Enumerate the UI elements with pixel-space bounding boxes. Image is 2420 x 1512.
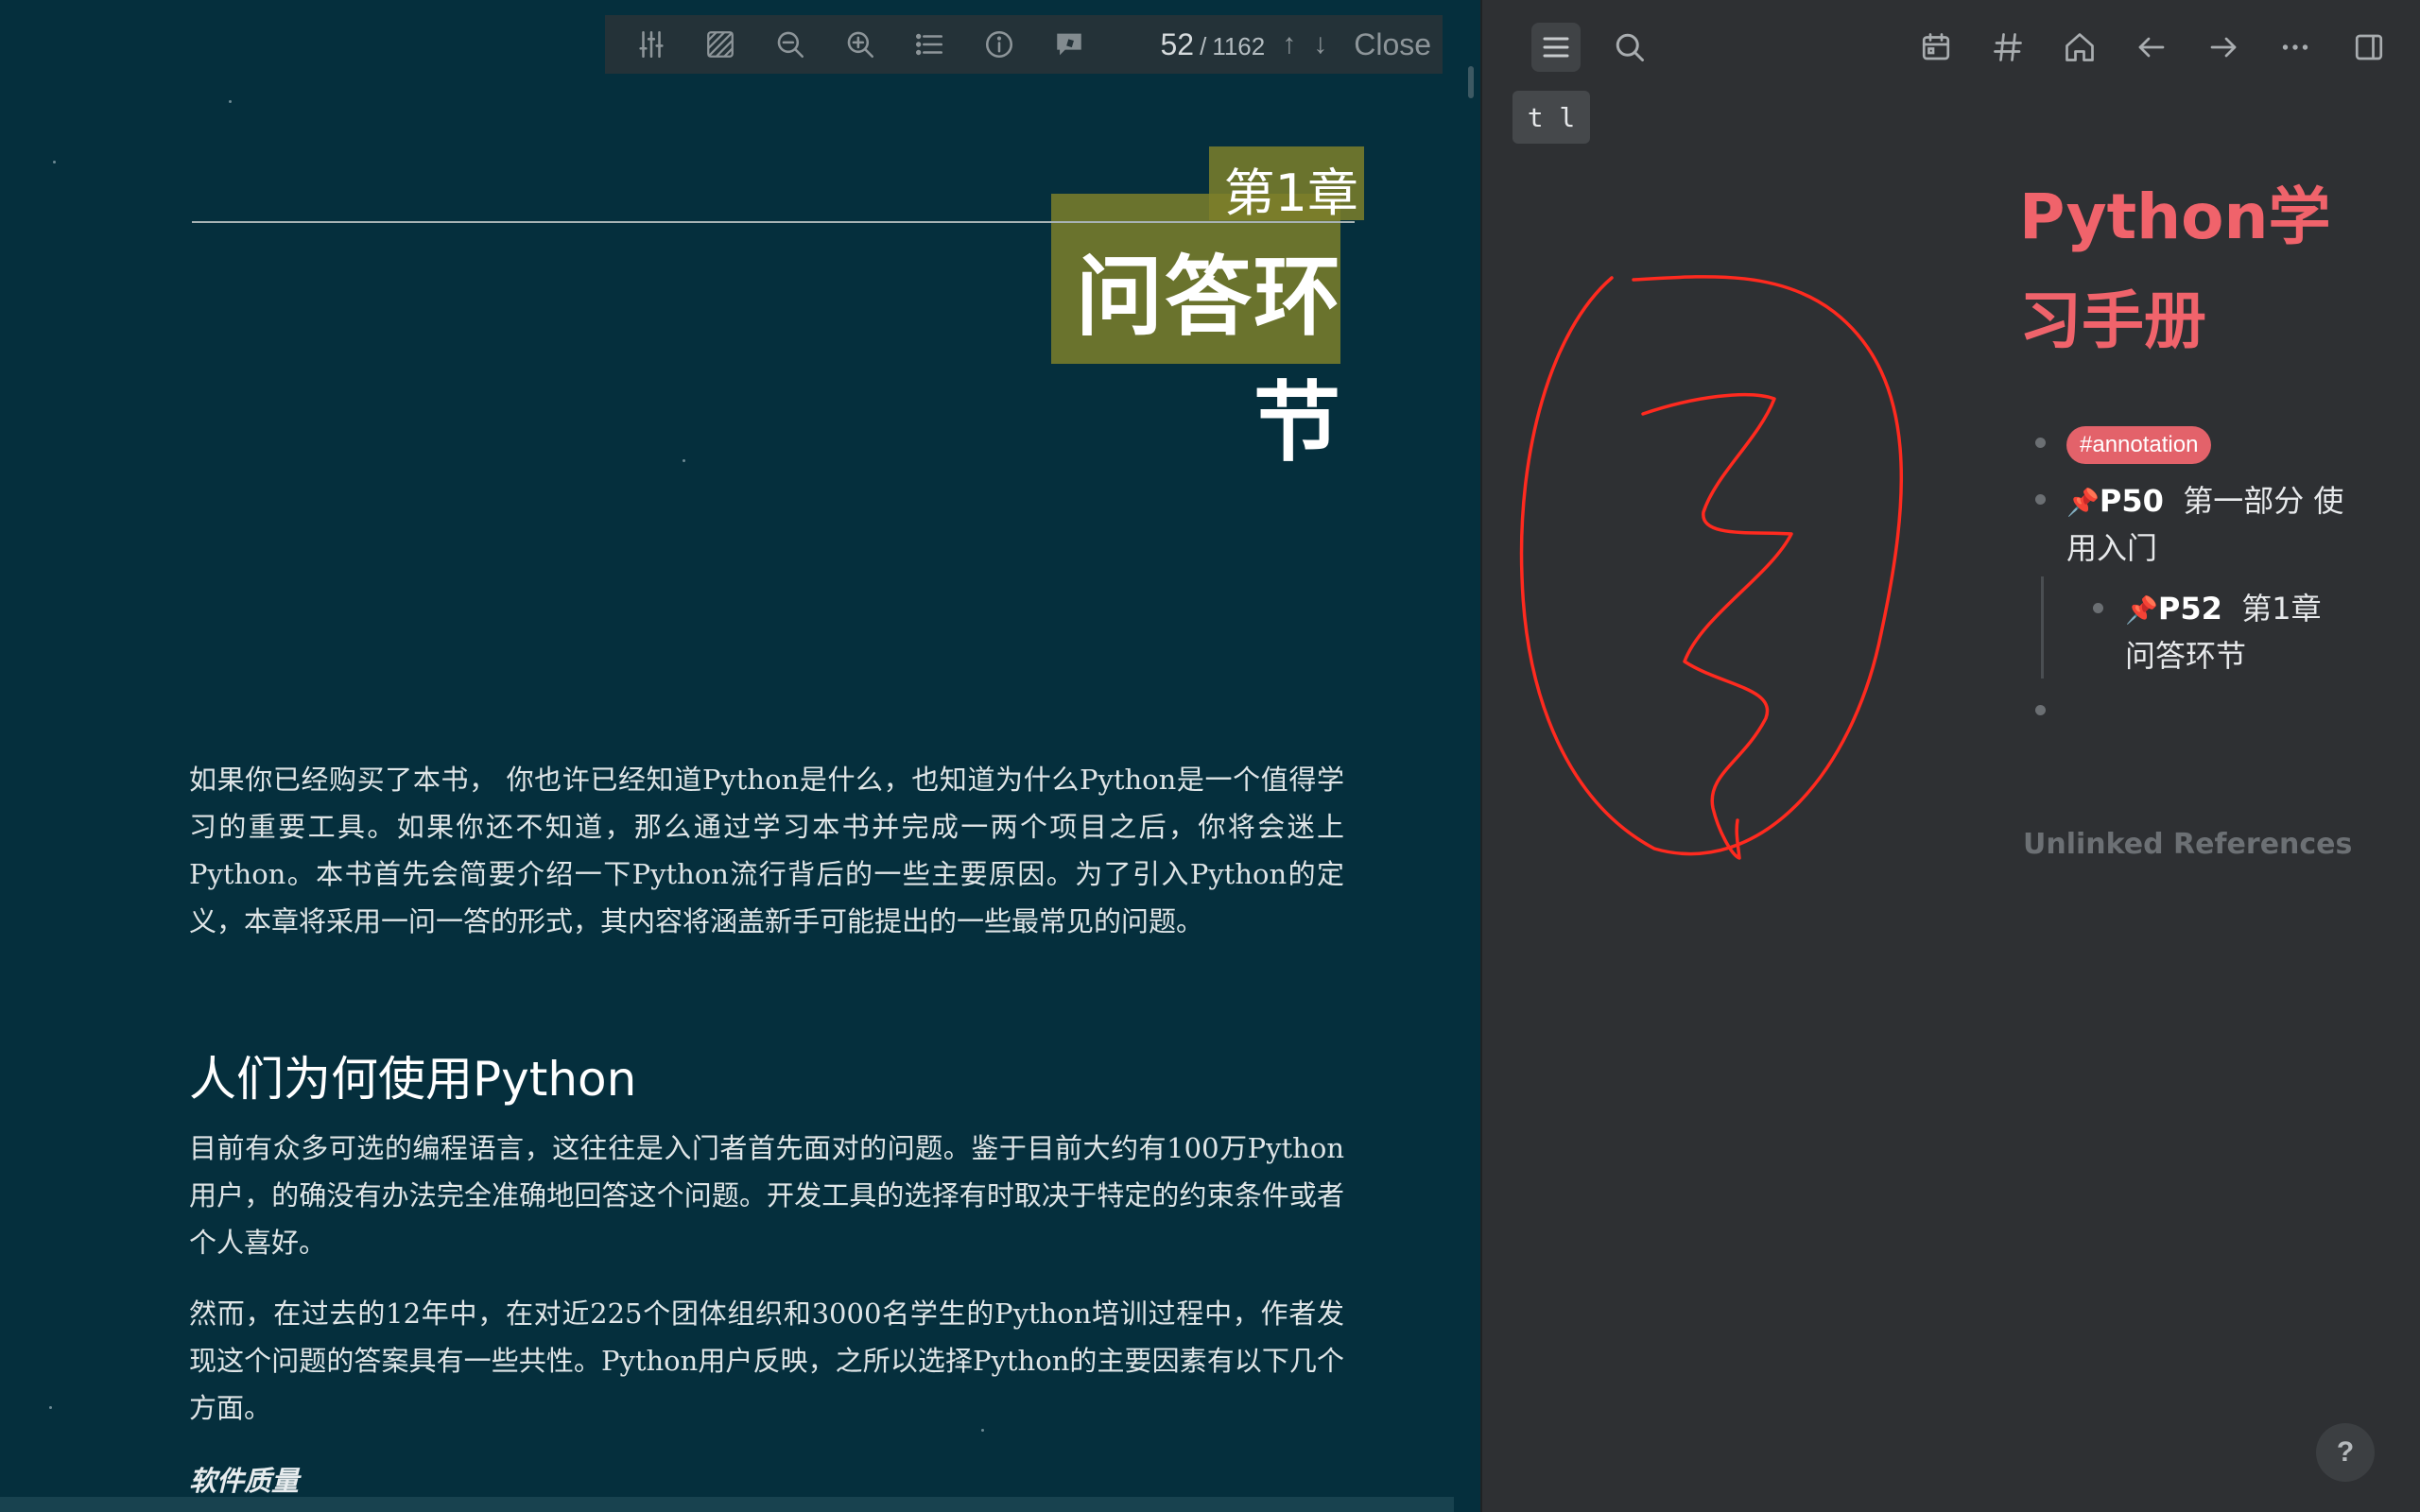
hash-icon [1994,33,2022,61]
menu-button[interactable] [1531,23,1581,72]
pin-icon: 📌 [2066,487,2100,518]
drawn-squiggle-stroke [1641,392,1793,860]
pin-icon: 📌 [2125,594,2158,626]
pdf-toolbar: 52 / 1162 ↑ ↓ Close [605,15,1443,74]
hatch-icon[interactable] [686,21,756,68]
page-speck [683,459,685,462]
chapter-rule [192,221,1355,223]
toggle-right-sidebar-button[interactable] [2344,23,2394,72]
shortcut-tooltip: t l [1512,91,1590,144]
journals-button[interactable] [1911,23,1961,72]
bullet-dot[interactable] [2035,705,2046,715]
body-paragraph-2: 然而，在过去的12年中，在对近225个团体组织和3000名学生的Python培训… [189,1297,1344,1424]
outline-list-icon[interactable] [895,21,965,68]
pdf-viewer[interactable]: 52 / 1162 ↑ ↓ Close 第1章 问答环节 如果你已经购买了本书，… [0,0,1480,1512]
home-icon [2066,33,2094,61]
page-title[interactable]: Python学习手册 [2019,165,2341,373]
arrow-left-icon [2138,37,2165,58]
page-speck [49,1406,52,1409]
annotation-item[interactable]: 📌P52 第1章 问答环节 [2125,586,2333,679]
back-button[interactable] [2127,23,2176,72]
zoom-in-icon[interactable] [825,21,895,68]
horizontal-scrollbar[interactable] [0,1497,1454,1512]
all-tags-button[interactable] [1983,23,2032,72]
zoom-out-icon[interactable] [755,21,825,68]
page-indicator: 52 / 1162 [1160,27,1265,62]
previous-page-button[interactable]: ↑ [1282,28,1296,60]
unlinked-references-toggle[interactable]: Unlinked References [2023,828,2352,861]
pen-drawing[interactable] [1512,265,1938,983]
page-total: 1162 [1212,31,1266,60]
chapter-label: 第1章 [1223,163,1358,223]
page-speck [229,100,232,103]
info-icon[interactable] [964,21,1034,68]
intro-paragraph: 如果你已经购买了本书， 你也许已经知道Python是什么，也知道为什么Pytho… [189,764,1344,937]
annotation-page-ref[interactable]: P52 [2158,591,2222,627]
arrow-right-icon [2210,37,2237,58]
more-button[interactable] [2271,23,2320,72]
sidebar-icon [2355,34,2383,60]
next-page-button[interactable]: ↓ [1313,28,1327,60]
more-horizontal-icon [2282,44,2308,50]
annotation-page-ref[interactable]: P50 [2100,483,2164,519]
tag-annotation[interactable]: #annotation [2066,426,2212,464]
highlight-icon[interactable] [1034,21,1104,68]
search-icon [1616,33,1644,61]
thread-line[interactable] [2041,576,2044,679]
drawn-oval-stroke [1519,275,1904,856]
sliders-icon[interactable] [616,21,686,68]
calendar-icon [1922,33,1950,60]
search-button[interactable] [1605,23,1654,72]
chapter-title: 问答环节 [1075,247,1342,473]
vertical-scrollbar-thumb[interactable] [1468,66,1474,98]
subsection-heading: 软件质量 [189,1465,300,1497]
section-heading: 人们为何使用Python [189,1052,637,1107]
help-button[interactable]: ? [2316,1423,2375,1482]
forward-button[interactable] [2199,23,2248,72]
bullet-dot[interactable] [2035,438,2046,448]
page-current-input[interactable]: 52 [1160,27,1194,62]
page-separator: / [1200,31,1207,60]
bullet-dot[interactable] [2035,494,2046,505]
hamburger-icon [1543,37,1569,58]
annotation-item[interactable]: 📌P50 第一部分 使用入门 [2066,478,2369,571]
close-button[interactable]: Close [1354,27,1431,62]
home-button[interactable] [2055,23,2104,72]
bullet-dot[interactable] [2093,603,2103,613]
page-speck [53,161,56,163]
body-paragraph-1: 目前有众多可选的编程语言，这往往是入门者首先面对的问题。鉴于目前大约有100万P… [189,1132,1344,1259]
